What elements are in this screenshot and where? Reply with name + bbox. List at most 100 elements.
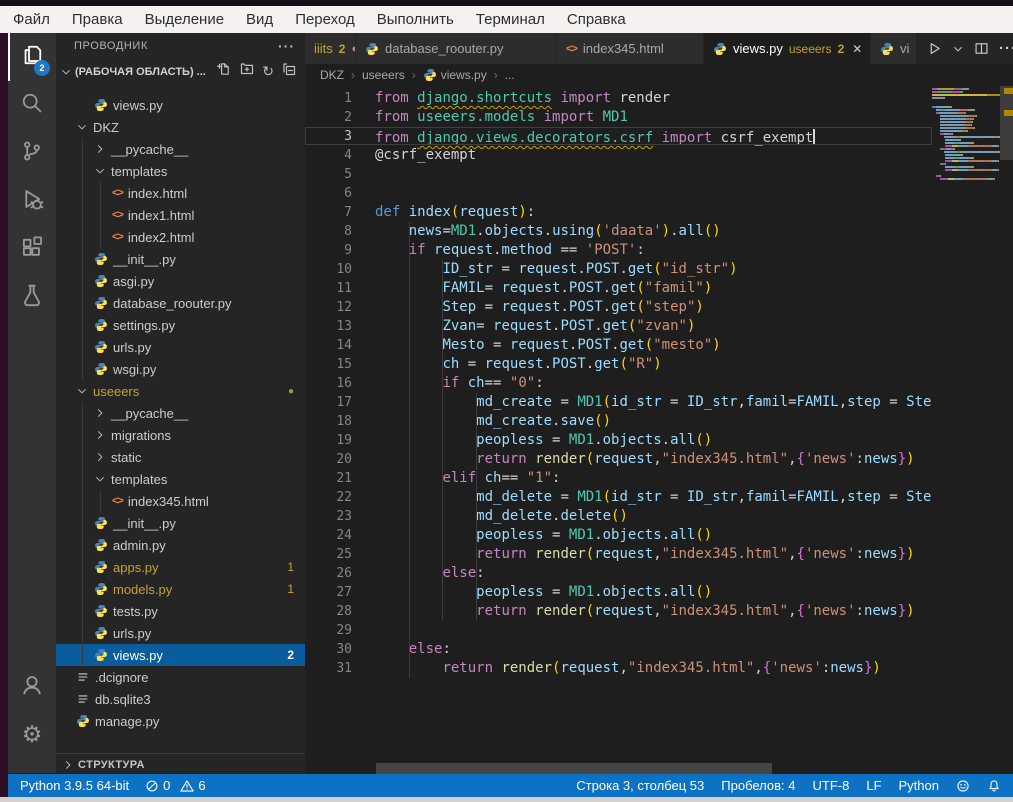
tree-item[interactable]: <>index2.html xyxy=(56,226,305,248)
code-line: 10 ID_str = request.POST.get("id_str") xyxy=(305,260,1013,279)
tree-item[interactable]: <>index.html xyxy=(56,182,305,204)
bell-icon[interactable] xyxy=(987,779,1001,793)
problems-indicator[interactable]: 06 xyxy=(145,778,205,793)
tree-item[interactable]: views.py xyxy=(56,94,305,116)
line-number: 15 xyxy=(305,355,352,374)
activity-account[interactable] xyxy=(8,663,56,711)
tree-item[interactable]: views.py2 xyxy=(56,644,305,666)
chevron-down-icon[interactable] xyxy=(952,43,964,55)
new-folder-icon[interactable] xyxy=(239,61,255,82)
tree-item[interactable]: urls.py xyxy=(56,622,305,644)
activity-explorer[interactable]: 2 xyxy=(8,33,56,81)
tab-label: database_roouter.py xyxy=(385,41,504,56)
tab-views.py[interactable]: views.pyuseeers2✕ xyxy=(704,33,871,64)
vertical-scrollbar[interactable] xyxy=(1000,86,1013,160)
tree-item[interactable]: urls.py xyxy=(56,336,305,358)
tree-item[interactable]: migrations xyxy=(56,424,305,446)
cursor-position[interactable]: Строка 3, столбец 53 xyxy=(576,778,704,793)
tree-item[interactable]: database_roouter.py xyxy=(56,292,305,314)
feedback-icon[interactable] xyxy=(956,779,970,793)
collapse-icon[interactable] xyxy=(281,61,297,82)
tree-item[interactable]: templates xyxy=(56,468,305,490)
code-line: 26 else: xyxy=(305,564,1013,583)
line-text: peopless = MD1.objects.all() xyxy=(352,583,712,602)
menu-item-Файл[interactable]: Файл xyxy=(2,11,61,28)
tree-item[interactable]: useeers● xyxy=(56,380,305,402)
breadcrumb-item[interactable]: DKZ xyxy=(320,68,344,82)
activity-run-debug[interactable] xyxy=(8,177,56,225)
tree-item-label: index.html xyxy=(128,186,187,201)
breadcrumb-item[interactable]: ... xyxy=(505,68,515,82)
tree-item[interactable]: templates xyxy=(56,160,305,182)
tree-item[interactable]: wsgi.py xyxy=(56,358,305,380)
indentation[interactable]: Пробелов: 4 xyxy=(721,778,795,793)
tab-index345.html[interactable]: <>index345.html xyxy=(557,33,704,64)
tree-item[interactable]: apps.py1 xyxy=(56,556,305,578)
language-mode[interactable]: Python xyxy=(899,778,939,793)
python-icon xyxy=(365,42,379,56)
run-icon[interactable] xyxy=(927,41,942,56)
tab-database_roouter.py[interactable]: database_roouter.py xyxy=(356,33,557,64)
minimap[interactable] xyxy=(932,88,1000,181)
more-icon[interactable]: ··· xyxy=(999,40,1013,57)
tree-item[interactable]: DKZ xyxy=(56,116,305,138)
tree-item[interactable]: db.sqlite3 xyxy=(56,688,305,710)
tree-item[interactable]: asgi.py xyxy=(56,270,305,292)
html-icon: <> xyxy=(112,495,123,507)
more-actions-icon[interactable]: ··· xyxy=(278,38,295,54)
tree-item[interactable]: .dcignore xyxy=(56,666,305,688)
close-icon[interactable]: ✕ xyxy=(852,42,862,56)
refresh-icon[interactable]: ↻ xyxy=(262,63,274,81)
tab-vi[interactable]: vi xyxy=(871,33,917,64)
code-editor[interactable]: 1from django.shortcuts import render2fro… xyxy=(305,86,1013,763)
tree-item[interactable]: __init__.py xyxy=(56,512,305,534)
tree-item[interactable]: <>index1.html xyxy=(56,204,305,226)
structure-section-header[interactable]: СТРУКТУРА xyxy=(56,753,305,773)
activity-testing[interactable] xyxy=(8,273,56,321)
menu-item-Вид[interactable]: Вид xyxy=(235,11,284,28)
tree-item[interactable]: __pycache__ xyxy=(56,402,305,424)
tree-item-label: models.py xyxy=(113,582,172,597)
tree-item[interactable]: settings.py xyxy=(56,314,305,336)
new-file-icon[interactable] xyxy=(216,61,232,82)
horizontal-scrollbar[interactable] xyxy=(376,763,772,774)
menu-item-Правка[interactable]: Правка xyxy=(61,11,134,28)
tree-item[interactable]: __pycache__ xyxy=(56,138,305,160)
tree-item[interactable]: __init__.py xyxy=(56,248,305,270)
chevron-down-icon xyxy=(76,385,88,397)
line-text xyxy=(352,184,375,203)
code-line: 24 peopless = MD1.objects.all() xyxy=(305,526,1013,545)
menu-item-Справка[interactable]: Справка xyxy=(556,11,637,28)
warning-count: 6 xyxy=(198,778,205,793)
tree-item[interactable]: <>index345.html xyxy=(56,490,305,512)
activity-search[interactable] xyxy=(8,81,56,129)
activity-source-control[interactable] xyxy=(8,129,56,177)
tree-item[interactable]: static xyxy=(56,446,305,468)
workspace-section-header[interactable]: (РАБОЧАЯ ОБЛАСТЬ) ... ↻ xyxy=(56,59,305,84)
breadcrumb[interactable]: DKZ›useeers›views.py›... xyxy=(305,64,1013,86)
tree-item[interactable]: manage.py xyxy=(56,710,305,732)
tree-item[interactable]: models.py1 xyxy=(56,578,305,600)
activity-settings[interactable]: ⚙ xyxy=(8,711,56,759)
file-icon xyxy=(76,670,90,684)
line-number: 5 xyxy=(305,165,352,184)
indent-guide xyxy=(476,393,477,621)
tab-iiits[interactable]: iiits2● xyxy=(305,33,356,64)
breadcrumb-item[interactable]: views.py xyxy=(423,68,487,82)
menu-item-Выделение[interactable]: Выделение xyxy=(134,11,235,28)
menu-item-Переход[interactable]: Переход xyxy=(284,11,366,28)
split-icon[interactable] xyxy=(974,41,989,56)
code-line: 27 peopless = MD1.objects.all() xyxy=(305,583,1013,602)
activity-extensions[interactable] xyxy=(8,225,56,273)
tree-item-label: database_roouter.py xyxy=(113,296,232,311)
encoding[interactable]: UTF-8 xyxy=(813,778,850,793)
eol[interactable]: LF xyxy=(866,778,881,793)
tree-item-label: admin.py xyxy=(113,538,166,553)
tree-item[interactable]: tests.py xyxy=(56,600,305,622)
menu-item-Терминал[interactable]: Терминал xyxy=(465,11,556,28)
tree-item[interactable]: admin.py xyxy=(56,534,305,556)
python-interpreter[interactable]: Python 3.9.5 64-bit xyxy=(20,778,129,793)
menu-item-Выполнить[interactable]: Выполнить xyxy=(366,11,465,28)
tab-bar: iiits2● database_roouter.py <>index345.htm… xyxy=(305,33,1013,64)
breadcrumb-item[interactable]: useeers xyxy=(362,68,405,82)
